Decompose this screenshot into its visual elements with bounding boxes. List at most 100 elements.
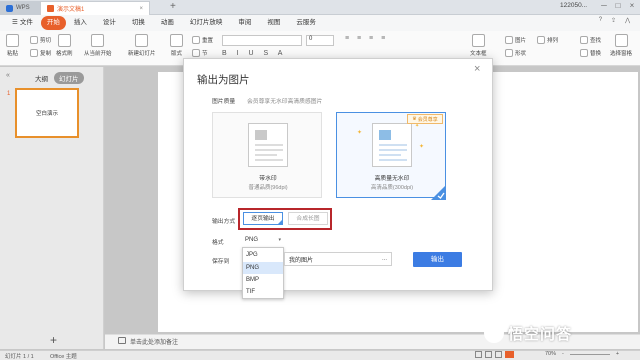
format-option-bmp[interactable]: BMP: [243, 274, 283, 286]
paste-button[interactable]: 粘贴: [6, 34, 19, 57]
wukong-watermark: 悟空问答: [484, 320, 634, 346]
section-icon: [192, 49, 200, 57]
format-painter-label: 格式刷: [56, 51, 73, 57]
menu-bar: ☰ 文件 开始 插入 设计 切换 动画 幻灯片放映 审阅 视图 云服务 ? ⇪ …: [0, 15, 640, 31]
slideshow-play-icon[interactable]: [505, 351, 514, 358]
maximize-button[interactable]: □: [612, 1, 624, 13]
zoom-control: 70% - +: [545, 351, 619, 357]
layout-label: 版式: [170, 51, 182, 57]
replace-button[interactable]: 替换: [580, 49, 601, 57]
add-slide-button[interactable]: +: [50, 333, 57, 347]
menu-view[interactable]: 视图: [259, 16, 288, 30]
font-family-select[interactable]: [222, 35, 302, 46]
zoom-value[interactable]: 70%: [545, 351, 556, 357]
shape-button[interactable]: 形状: [505, 49, 526, 57]
font-size-select[interactable]: 0: [306, 35, 334, 46]
section-button[interactable]: 节: [192, 49, 208, 57]
notes-placeholder[interactable]: 单击此处添加备注: [130, 337, 178, 346]
slide-thumbnail-text: 空白演示: [35, 111, 58, 117]
save-path-input[interactable]: 我的图片 ...: [284, 252, 392, 266]
tab-slides[interactable]: 幻灯片: [54, 72, 84, 84]
menu-animation[interactable]: 动画: [153, 16, 182, 30]
new-slide-label: 新建幻灯片: [128, 51, 156, 57]
reset-button[interactable]: 重置: [192, 36, 213, 44]
replace-label: 替换: [590, 51, 602, 57]
normal-view-icon[interactable]: [475, 351, 482, 358]
collapse-panel-icon[interactable]: «: [6, 72, 10, 79]
cut-icon: [30, 36, 38, 44]
copy-button[interactable]: 复制: [30, 49, 51, 57]
tab-outline[interactable]: 大纲: [30, 72, 53, 84]
format-painter-button[interactable]: 格式刷: [56, 34, 73, 57]
paragraph-group[interactable]: ≡ ≡ ≡ ≡: [345, 35, 405, 46]
menu-insert[interactable]: 插入: [66, 16, 95, 30]
format-option-tif[interactable]: TIF: [243, 286, 283, 298]
cut-label: 剪切: [40, 38, 52, 44]
from-current-button[interactable]: 从当前开始: [84, 34, 112, 57]
shape-icon: [505, 49, 513, 57]
text-box-label: 文本框: [470, 51, 487, 57]
format-painter-icon: [57, 34, 71, 47]
menu-home[interactable]: 开始: [40, 16, 66, 30]
wukong-logo-icon: [484, 323, 504, 343]
dialog-close-icon[interactable]: ×: [474, 63, 480, 75]
picture-button[interactable]: 图片: [505, 36, 526, 44]
arrange-button[interactable]: 排列: [537, 36, 558, 44]
wps-logo-icon: [6, 4, 13, 12]
paste-icon: [6, 34, 19, 47]
paste-label: 粘贴: [6, 51, 18, 57]
sorter-view-icon[interactable]: [485, 351, 492, 358]
zoom-slider[interactable]: [569, 353, 610, 355]
browse-button[interactable]: ...: [382, 256, 387, 262]
tab-document[interactable]: 演示文稿1 ×: [40, 1, 150, 15]
menu-transition[interactable]: 切换: [124, 16, 153, 30]
picture-icon: [505, 36, 513, 44]
menu-design[interactable]: 设计: [95, 16, 124, 30]
from-current-label: 从当前开始: [84, 51, 112, 57]
mode-merge-button[interactable]: 合成长图: [288, 212, 328, 225]
cut-button[interactable]: 剪切: [30, 36, 51, 44]
export-button[interactable]: 输出: [413, 252, 462, 267]
menu-cloud[interactable]: 云服务: [288, 16, 324, 30]
layout-button[interactable]: 版式: [170, 34, 183, 57]
collapse-ribbon-icon[interactable]: ⋀: [625, 17, 630, 24]
text-box-button[interactable]: 文本框: [470, 34, 487, 57]
reading-view-icon[interactable]: [495, 351, 502, 358]
menu-file[interactable]: ☰ 文件: [4, 16, 41, 30]
mode-single-page-button[interactable]: 逐页输出: [243, 212, 283, 225]
zoom-in-button[interactable]: +: [616, 351, 619, 357]
section-label: 节: [202, 51, 208, 57]
chevron-down-icon: ▾: [278, 236, 281, 243]
tab-close-icon[interactable]: ×: [139, 6, 143, 12]
close-window-button[interactable]: ×: [626, 1, 638, 13]
share-icon[interactable]: ⇪: [611, 17, 616, 24]
minimize-button[interactable]: ─: [598, 1, 610, 13]
sparkle-icon: ✦: [419, 144, 425, 150]
new-slide-button[interactable]: 新建幻灯片: [128, 34, 156, 57]
quality-option-watermark[interactable]: 带水印 普通品质(96dpi): [212, 112, 322, 198]
zoom-out-button[interactable]: -: [562, 351, 564, 357]
menu-slideshow[interactable]: 幻灯片放映: [182, 16, 231, 30]
tab-wps-label: WPS: [16, 5, 30, 11]
add-tab-button[interactable]: +: [170, 1, 176, 12]
status-theme: Office 主题: [50, 354, 77, 360]
output-mode-label: 输出方式: [212, 219, 236, 225]
format-dropdown: JPG PNG BMP TIF: [242, 247, 284, 299]
slide-number: 1: [7, 91, 11, 97]
reset-label: 重置: [202, 38, 214, 44]
user-account[interactable]: 122050...: [560, 2, 587, 9]
tab-wps[interactable]: WPS: [0, 1, 40, 15]
format-option-png[interactable]: PNG: [243, 262, 283, 274]
help-icon[interactable]: ?: [599, 17, 602, 24]
menu-review[interactable]: 审阅: [230, 16, 259, 30]
play-icon: [91, 34, 105, 47]
select-pane-button[interactable]: 选择窗格: [610, 34, 632, 57]
format-option-jpg[interactable]: JPG: [243, 249, 283, 261]
watermark-option-title: 带水印: [259, 176, 277, 182]
slide-thumbnail[interactable]: 空白演示: [15, 88, 79, 138]
document-preview-icon: [248, 123, 288, 167]
mode-single-label: 逐页输出: [251, 216, 275, 222]
format-select[interactable]: PNG ▾: [243, 234, 283, 245]
find-button[interactable]: 查找: [580, 36, 601, 44]
quality-option-hq[interactable]: ✦ ✦ ✦ 高质量无水印 高清品质(300dpi): [336, 112, 446, 198]
